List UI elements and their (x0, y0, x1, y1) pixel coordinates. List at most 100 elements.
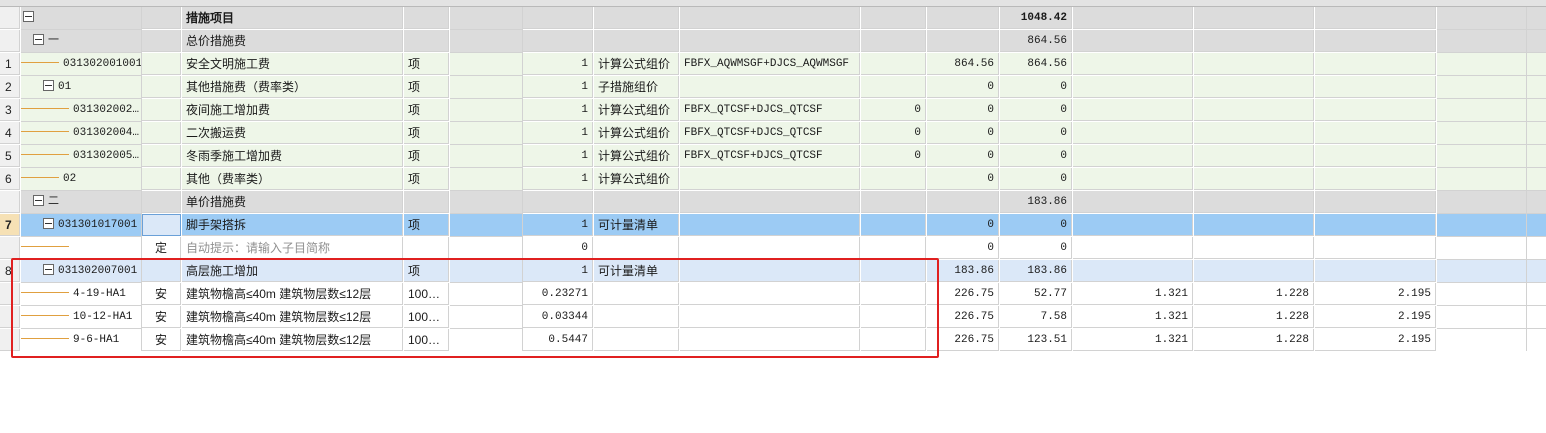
cell-c3[interactable] (1315, 76, 1436, 98)
cell-name[interactable]: 其他措施费（费率类） (182, 76, 403, 98)
cell-rate[interactable] (861, 168, 926, 190)
cell-rate[interactable] (861, 30, 926, 52)
cell-total[interactable]: 0 (1000, 168, 1072, 190)
cell-c1[interactable] (1073, 7, 1193, 29)
cell-c1[interactable] (1073, 145, 1193, 167)
cell-num[interactable]: 4 (0, 122, 20, 144)
cell-c3[interactable]: 2.195 (1315, 306, 1436, 328)
cell-code[interactable]: 031301017001 (21, 214, 142, 237)
cell-blank1[interactable] (450, 122, 523, 145)
cell-num[interactable]: 3 (0, 99, 20, 121)
cell-formula[interactable] (680, 214, 860, 236)
cell-c1[interactable] (1073, 76, 1193, 98)
cell-formula[interactable] (680, 168, 860, 190)
cell-num[interactable]: 1 (0, 53, 20, 75)
cell-code[interactable]: 031302002… (21, 99, 142, 122)
cell-method[interactable] (594, 7, 679, 29)
cell-total[interactable]: 0 (1000, 76, 1072, 98)
row-winter-rainy[interactable]: 5 031302005… 冬雨季施工增加费项 1 计算公式组价 FBFX_QTCSF+DJ… (0, 145, 1546, 168)
cell-c3[interactable] (1315, 237, 1436, 259)
cell-unit[interactable]: 项 (404, 99, 449, 121)
cell-method[interactable]: 计算公式组价 (594, 53, 679, 75)
cell-code[interactable]: 一 (21, 30, 142, 53)
cell-num[interactable] (0, 191, 20, 213)
collapse-toggle-icon[interactable] (33, 194, 44, 206)
cell-c2[interactable] (1194, 122, 1314, 144)
cell-price[interactable]: 0 (927, 122, 999, 144)
cell-total[interactable]: 0 (1000, 237, 1072, 259)
cell-unit[interactable] (404, 191, 449, 213)
cell-blank2[interactable] (1437, 7, 1527, 30)
cell-c2[interactable]: 1.228 (1194, 306, 1314, 328)
collapse-toggle-icon[interactable] (43, 217, 54, 229)
cell-c1[interactable] (1073, 99, 1193, 121)
cell-blank1[interactable] (450, 191, 523, 214)
cell-c2[interactable] (1194, 76, 1314, 98)
cell-type[interactable] (142, 168, 181, 190)
cell-blank1[interactable] (450, 53, 523, 76)
cell-num[interactable]: 5 (0, 145, 20, 167)
cell-total[interactable]: 123.51 (1000, 329, 1072, 351)
cell-c3[interactable] (1315, 99, 1436, 121)
cell-qty[interactable]: 1 (523, 53, 593, 75)
cell-unit[interactable]: 项 (404, 53, 449, 75)
cell-blank2[interactable] (1437, 99, 1527, 122)
cell-code[interactable]: 01 (21, 76, 142, 99)
cell-code[interactable]: 031302005… (21, 145, 142, 168)
cell-c2[interactable]: 1.228 (1194, 283, 1314, 305)
cell-method[interactable]: 计算公式组价 (594, 99, 679, 121)
cell-qty[interactable] (523, 7, 593, 29)
cell-rate[interactable] (861, 214, 926, 236)
cell-c1[interactable] (1073, 237, 1193, 259)
cell-unit[interactable]: 项 (404, 145, 449, 167)
cell-type[interactable] (142, 30, 181, 52)
cell-blank1[interactable] (450, 76, 523, 99)
cell-price[interactable]: 0 (927, 214, 999, 236)
cell-qty[interactable]: 0 (523, 237, 593, 259)
cell-c1[interactable]: 1.321 (1073, 329, 1193, 351)
cell-blank3[interactable] (1527, 283, 1546, 306)
cell-blank1[interactable] (450, 237, 523, 260)
cell-code[interactable] (21, 237, 142, 260)
cell-num[interactable] (0, 237, 20, 259)
cell-method[interactable]: 计算公式组价 (594, 145, 679, 167)
cell-c1[interactable] (1073, 260, 1193, 282)
cell-blank3[interactable] (1527, 99, 1546, 122)
cell-rate[interactable] (861, 191, 926, 213)
cell-type[interactable] (142, 122, 181, 144)
cell-formula[interactable]: FBFX_QTCSF+DJCS_QTCSF (680, 145, 860, 167)
cell-total[interactable]: 52.77 (1000, 283, 1072, 305)
cell-method[interactable] (594, 237, 679, 259)
cell-price[interactable]: 0 (927, 76, 999, 98)
cell-rate[interactable]: 0 (861, 122, 926, 144)
cell-c3[interactable] (1315, 53, 1436, 75)
cell-num[interactable]: 6 (0, 168, 20, 190)
cell-blank2[interactable] (1437, 237, 1527, 260)
cell-blank3[interactable] (1527, 76, 1546, 99)
cell-formula[interactable]: FBFX_AQWMSGF+DJCS_AQWMSGF (680, 53, 860, 75)
cell-blank2[interactable] (1437, 260, 1527, 283)
cell-method[interactable]: 计算公式组价 (594, 168, 679, 190)
cell-blank2[interactable] (1437, 306, 1527, 329)
cell-rate[interactable] (861, 7, 926, 29)
cell-type[interactable] (142, 99, 181, 121)
cell-blank2[interactable] (1437, 76, 1527, 99)
cell-qty[interactable]: 1 (523, 168, 593, 190)
cell-blank1[interactable] (450, 99, 523, 122)
collapse-toggle-icon[interactable] (43, 79, 54, 91)
cell-blank3[interactable] (1527, 237, 1546, 260)
cell-method[interactable]: 子措施组价 (594, 76, 679, 98)
cell-c1[interactable] (1073, 122, 1193, 144)
cell-rate[interactable]: 0 (861, 145, 926, 167)
cell-price[interactable] (927, 7, 999, 29)
cell-name[interactable]: 安全文明施工费 (182, 53, 403, 75)
cell-blank3[interactable] (1527, 191, 1546, 214)
cell-blank2[interactable] (1437, 53, 1527, 76)
cell-type[interactable]: 定 (142, 237, 181, 259)
cell-qty[interactable] (523, 30, 593, 52)
cell-c2[interactable] (1194, 145, 1314, 167)
cell-name[interactable]: 单价措施费 (182, 191, 403, 213)
cell-num[interactable] (0, 30, 20, 52)
cell-num[interactable]: 2 (0, 76, 20, 98)
cell-name[interactable]: 脚手架搭拆 (182, 214, 403, 236)
